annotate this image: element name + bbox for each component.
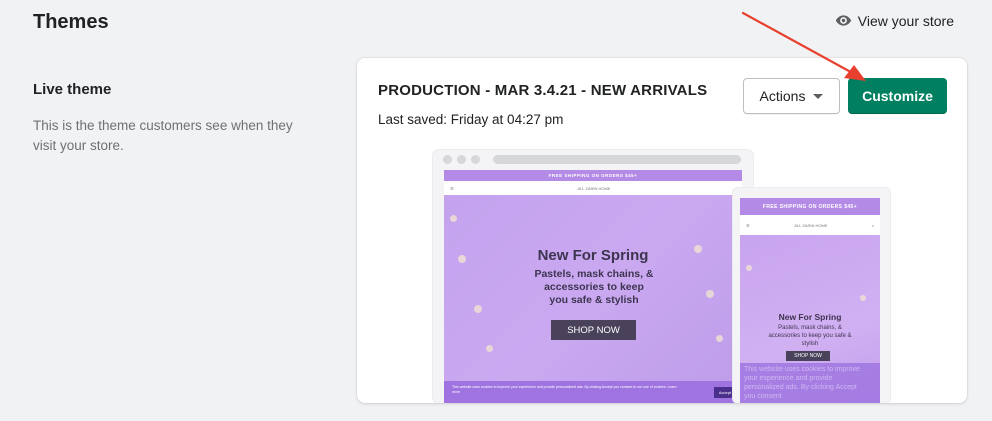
menu-icon: ☰ — [450, 185, 454, 191]
section-description: This is the theme customers see when the… — [33, 118, 293, 153]
last-saved-text: Last saved: Friday at 04:27 pm — [378, 112, 564, 127]
eye-icon — [835, 15, 851, 26]
section-heading: Live theme — [33, 81, 112, 98]
caret-down-icon — [813, 93, 824, 99]
actions-label: Actions — [759, 88, 806, 104]
mobile-cookie-text: This website uses cookies to improve you… — [744, 366, 860, 400]
mobile-preview: FREE SHIPPING ON ORDERS $45+ ☰ JILL ZARI… — [733, 188, 890, 403]
menu-icon: ☰ — [746, 222, 750, 228]
mobile-hero-title: New For Spring — [778, 312, 842, 322]
hero-title: New For Spring — [537, 247, 649, 264]
mobile-promo-banner: FREE SHIPPING ON ORDERS $45+ — [740, 198, 880, 215]
bead-decoration — [450, 215, 457, 222]
theme-name: PRODUCTION - MAR 3.4.21 - NEW ARRIVALS — [378, 82, 708, 99]
cookie-banner: This website uses cookies to improve you… — [444, 381, 742, 403]
view-store-link[interactable]: View your store — [835, 12, 954, 29]
store-logo: JILL ZARIN HOME — [793, 222, 828, 228]
mobile-shop-now-button: SHOP NOW — [786, 351, 830, 361]
desktop-preview: FREE SHIPPING ON ORDERS $45+ ☰ JILL ZARI… — [433, 150, 753, 403]
live-theme-card: PRODUCTION - MAR 3.4.21 - NEW ARRIVALS L… — [357, 58, 967, 403]
bead-decoration — [486, 345, 493, 352]
hero-subtitle: Pastels, mask chains, & accessories to k… — [534, 268, 654, 306]
shop-now-button: SHOP NOW — [551, 320, 636, 340]
mobile-store-nav: ☰ JILL ZARIN HOME ⌕ — [740, 215, 880, 235]
search-icon: ⌕ — [871, 222, 874, 228]
page-title: Themes — [33, 11, 109, 33]
browser-dot — [471, 154, 480, 164]
url-bar — [493, 154, 741, 164]
browser-dot — [457, 154, 466, 164]
store-nav: ☰ JILL ZARIN HOME ⌕ — [444, 181, 742, 195]
bead-decoration — [716, 335, 723, 342]
store-logo: JILL ZARIN HOME — [576, 185, 611, 191]
browser-dot — [443, 154, 452, 164]
mobile-screen: FREE SHIPPING ON ORDERS $45+ ☰ JILL ZARI… — [740, 198, 880, 403]
view-store-label: View your store — [857, 12, 954, 29]
promo-banner: FREE SHIPPING ON ORDERS $45+ — [444, 170, 742, 181]
desktop-screen: FREE SHIPPING ON ORDERS $45+ ☰ JILL ZARI… — [444, 170, 742, 403]
mobile-cookie-banner: This website uses cookies to improve you… — [740, 363, 880, 403]
mobile-hero: New For Spring Pastels, mask chains, & a… — [740, 235, 880, 403]
actions-button[interactable]: Actions — [743, 78, 840, 114]
customize-button[interactable]: Customize — [848, 78, 947, 114]
mobile-hero-subtitle: Pastels, mask chains, & accessories to k… — [768, 325, 852, 347]
bead-decoration — [474, 305, 482, 313]
cookie-text: This website uses cookies to improve you… — [452, 385, 677, 394]
live-theme-description-section: Live theme This is the theme customers s… — [33, 81, 323, 156]
bead-decoration — [746, 265, 752, 271]
hero-banner: New For Spring Pastels, mask chains, & a… — [444, 195, 742, 403]
bead-decoration — [706, 290, 714, 298]
bead-decoration — [860, 295, 866, 301]
browser-bar — [433, 150, 753, 168]
